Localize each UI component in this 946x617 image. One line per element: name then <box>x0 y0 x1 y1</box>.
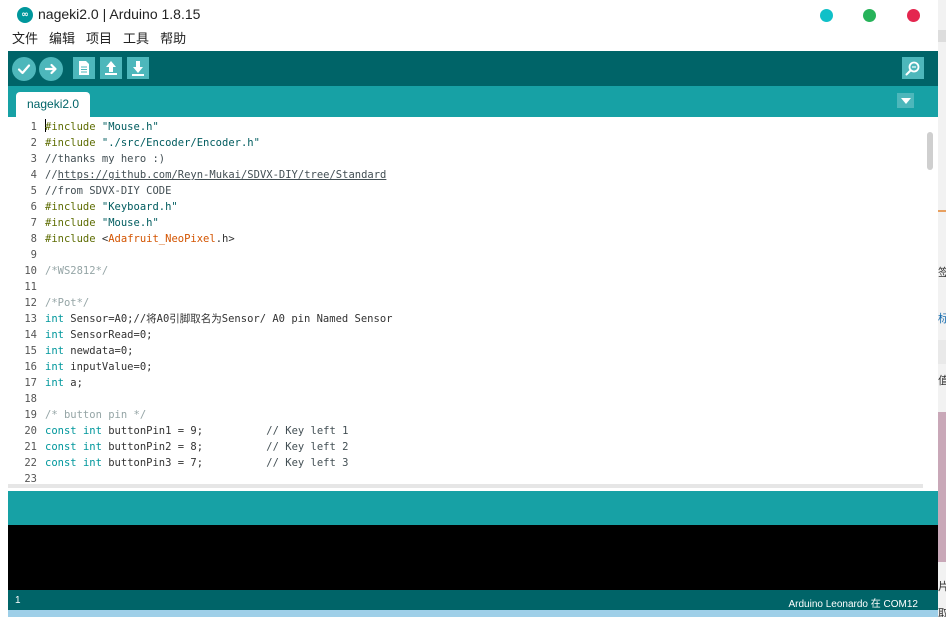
board-port-label: Arduino Leonardo 在 COM12 <box>788 599 918 610</box>
background-window-strip: 签 标 值 片 取消标签 <box>938 0 946 617</box>
code-line: #include "Keyboard.h" <box>45 201 178 213</box>
line-number: 5 <box>30 185 37 197</box>
background-text: 片 <box>938 580 946 593</box>
code-line: #include "Mouse.h" <box>45 217 159 229</box>
background-text: 标 <box>938 312 946 325</box>
menu-bar: 文件 编辑 项目 工具 帮助 <box>0 30 938 50</box>
code-line: //thanks my hero :) <box>45 153 166 165</box>
line-number: 20 <box>24 425 37 437</box>
background-text: 值 <box>938 374 946 387</box>
tab-nageki2-0[interactable]: nageki2.0 <box>16 92 91 117</box>
background-image <box>938 412 946 562</box>
menu-tools[interactable]: 工具 <box>123 30 149 50</box>
code-line: //from SDVX-DIY CODE <box>45 185 172 197</box>
code-line: #include "Mouse.h" <box>45 119 159 133</box>
new-sketch-button[interactable] <box>73 57 95 79</box>
tab-menu-button[interactable] <box>897 93 914 108</box>
line-number: 6 <box>30 201 37 213</box>
line-number: 14 <box>24 329 37 341</box>
code-text[interactable]: #include "Mouse.h" #include "./src/Encod… <box>45 119 918 487</box>
line-number-gutter: 1 2 3 4 5 6 7 8 9 10 11 12 13 14 15 16 1… <box>8 119 39 487</box>
github-link[interactable]: https://github.com/Reyn-Mukai/SDVX-DIY/t… <box>58 169 387 181</box>
code-line: #include <Adafruit_NeoPixel.h> <box>45 233 235 245</box>
line-number: 1 <box>30 121 37 133</box>
line-number: 11 <box>24 281 37 293</box>
line-number: 12 <box>24 297 37 309</box>
line-number: 22 <box>24 457 37 469</box>
vertical-scrollbar[interactable] <box>927 132 933 170</box>
console-output[interactable] <box>8 525 938 590</box>
code-line: /*Pot*/ <box>45 297 90 309</box>
line-number: 18 <box>24 393 37 405</box>
code-editor[interactable]: 1 2 3 4 5 6 7 8 9 10 11 12 13 14 15 16 1… <box>8 117 938 488</box>
save-icon <box>132 61 144 76</box>
line-number: 2 <box>30 137 37 149</box>
code-line: const int buttonPin1 = 9; // Key left 1 <box>45 425 349 437</box>
code-line: //https://github.com/Reyn-Mukai/SDVX-DIY… <box>45 169 387 181</box>
line-number: 3 <box>30 153 37 165</box>
code-line: int SensorRead=0; <box>45 329 153 341</box>
line-number: 10 <box>24 265 37 277</box>
line-number: 19 <box>24 409 37 421</box>
line-number: 9 <box>30 249 37 261</box>
line-number: 16 <box>24 361 37 373</box>
background-chip <box>938 340 946 364</box>
verify-button[interactable] <box>12 57 36 81</box>
status-bar: 1 Arduino Leonardo 在 COM12 <box>8 590 938 610</box>
background-chip <box>938 30 946 42</box>
new-icon <box>79 61 89 75</box>
title-bar: ∞ nageki2.0 | Arduino 1.8.15 <box>0 0 938 30</box>
line-number: 21 <box>24 441 37 453</box>
code-line: int a; <box>45 377 83 389</box>
menu-sketch[interactable]: 项目 <box>86 30 112 50</box>
menu-file[interactable]: 文件 <box>12 30 38 50</box>
code-line: int inputValue=0; <box>45 361 153 373</box>
upload-icon <box>44 63 57 75</box>
menu-edit[interactable]: 编辑 <box>49 30 75 50</box>
close-button[interactable] <box>907 9 920 22</box>
screen: 签 标 值 片 取消标签 ∞ nageki2.0 | Arduino 1.8.1… <box>0 0 946 617</box>
upload-button[interactable] <box>39 57 63 81</box>
line-number: 17 <box>24 377 37 389</box>
code-line: /*WS2812*/ <box>45 265 109 277</box>
current-line-number: 1 <box>15 595 21 606</box>
arduino-logo-icon: ∞ <box>17 7 33 23</box>
menu-help[interactable]: 帮助 <box>160 30 186 50</box>
line-number: 13 <box>24 313 37 325</box>
save-sketch-button[interactable] <box>127 57 149 79</box>
minimize-button[interactable] <box>820 9 833 22</box>
verify-icon <box>17 64 31 75</box>
code-line: const int buttonPin3 = 7; // Key left 3 <box>45 457 349 469</box>
code-line: /* button pin */ <box>45 409 147 421</box>
serial-monitor-button[interactable] <box>902 57 924 79</box>
chevron-down-icon <box>900 97 911 104</box>
code-line: #include "./src/Encoder/Encoder.h" <box>45 137 260 149</box>
open-icon <box>105 61 117 75</box>
line-number: 4 <box>30 169 37 181</box>
window-bottom-edge <box>8 610 938 617</box>
background-text: 签 <box>938 266 946 279</box>
line-number: 8 <box>30 233 37 245</box>
code-line: int newdata=0; <box>45 345 134 357</box>
serial-monitor-icon <box>905 61 920 76</box>
code-line: const int buttonPin2 = 8; // Key left 2 <box>45 441 349 453</box>
tab-bar: nageki2.0 <box>8 86 938 117</box>
window-title: nageki2.0 | Arduino 1.8.15 <box>38 6 201 22</box>
maximize-button[interactable] <box>863 9 876 22</box>
background-chip <box>938 210 946 212</box>
line-number: 7 <box>30 217 37 229</box>
background-text: 取消标签 <box>938 607 946 617</box>
open-sketch-button[interactable] <box>100 57 122 79</box>
message-area <box>8 491 938 525</box>
code-line: int Sensor=A0;//将A0引脚取名为Sensor/ A0 pin N… <box>45 313 393 325</box>
line-number: 15 <box>24 345 37 357</box>
window-left-edge <box>0 0 8 617</box>
toolbar <box>8 51 938 86</box>
